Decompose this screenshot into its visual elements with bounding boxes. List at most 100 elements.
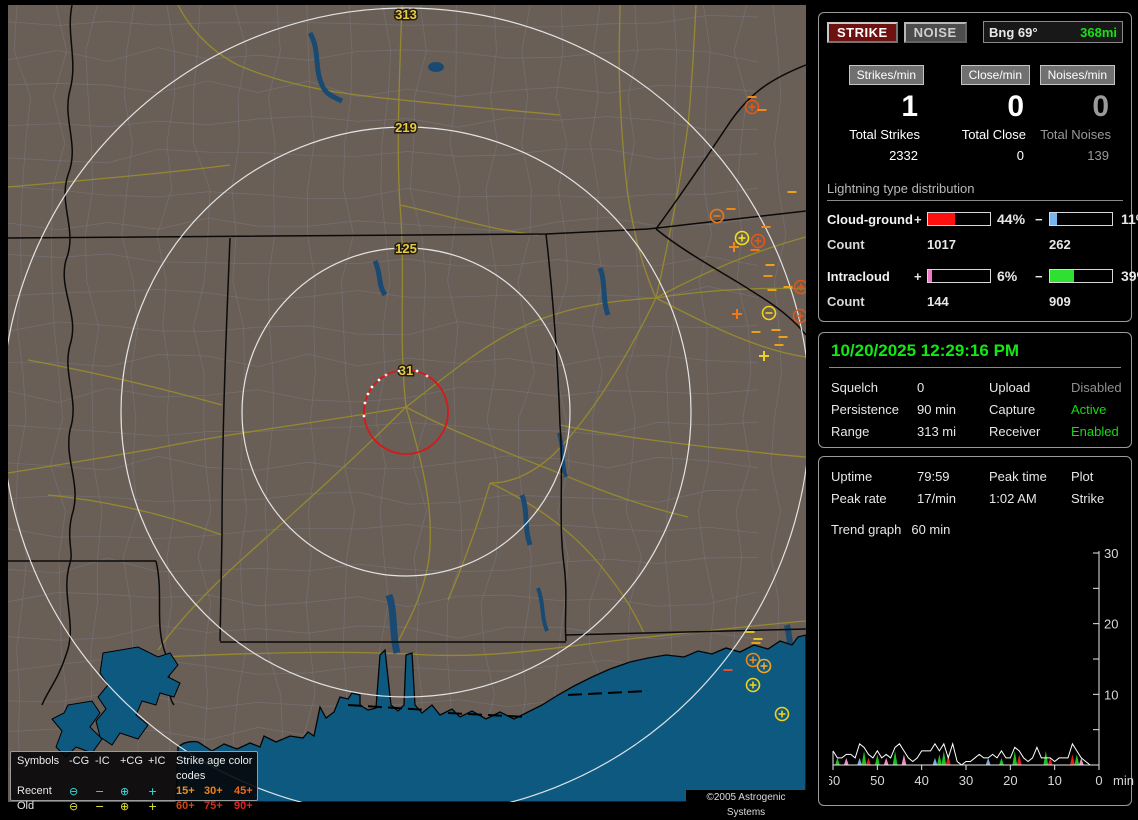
uptime-label: Uptime — [831, 469, 917, 484]
trend-x-tick: 50 — [870, 773, 884, 788]
peak-rate-label: Peak rate — [831, 491, 917, 506]
ic-negative-bar — [1049, 269, 1113, 283]
trend-line — [833, 744, 1099, 765]
legend-header: +CG — [120, 754, 148, 784]
cg-negative-recent-icon: ⊖ — [69, 784, 95, 799]
trend-spike — [937, 754, 942, 765]
uptime-value: 79:59 — [917, 469, 989, 484]
copyright: ©2005 Astrogenic Systems — [686, 790, 806, 805]
strike-symbol-dot — [367, 393, 370, 396]
status-panel: 10/20/2025 12:29:16 PM Squelch 0 Upload … — [818, 332, 1132, 448]
plot-label: Plot — [1071, 469, 1131, 484]
receiver-label: Receiver — [989, 424, 1071, 439]
trend-graph-label: Trend graph — [831, 522, 901, 537]
ic-positive-recent-icon: + — [148, 784, 176, 799]
trend-spike — [902, 754, 907, 765]
age-code: 15+ — [176, 784, 204, 799]
ic-positive-pct: 6% — [993, 268, 1035, 284]
ic-negative-recent-icon: − — [95, 784, 120, 799]
total-strikes-label: Total Strikes — [827, 127, 932, 142]
datetime: 10/20/2025 12:29:16 PM — [829, 341, 1121, 368]
persistence-value: 90 min — [917, 402, 989, 417]
range-label: Range — [831, 424, 917, 439]
strikes-column: Strikes/min 1 Total Strikes 2332 — [827, 65, 932, 163]
trend-x-tick: 20 — [1003, 773, 1017, 788]
persistence-label: Persistence — [831, 402, 917, 417]
upload-value: Disabled — [1071, 380, 1122, 395]
cg-positive-recent-icon: ⊕ — [120, 784, 148, 799]
trend-graph: 1020306050403020100min — [829, 543, 1138, 795]
map-canvas: 313 219 125 31 — [8, 5, 806, 802]
strike-symbol-dot — [426, 375, 429, 378]
strike-symbol-dot — [385, 374, 388, 377]
bearing-distance: 368mi — [1080, 25, 1117, 40]
bearing-label: Bng 69° — [989, 25, 1038, 40]
cg-positive-bar — [927, 212, 991, 226]
total-strikes-value: 2332 — [827, 148, 932, 163]
strikes-per-min-button[interactable]: Strikes/min — [849, 65, 924, 85]
trend-spike — [857, 758, 862, 765]
receiver-value: Enabled — [1071, 424, 1122, 439]
count-label: Count — [827, 237, 914, 252]
trend-spike — [1017, 754, 1022, 765]
trend-spike — [844, 758, 849, 765]
close-per-min-button[interactable]: Close/min — [961, 65, 1030, 85]
strike-symbol-dot — [363, 415, 366, 418]
range-value: 313 mi — [917, 424, 989, 439]
plus-sign: + — [914, 269, 927, 284]
strike-symbol-dot — [398, 370, 401, 373]
range-ring-label: 313 — [395, 7, 417, 22]
squelch-label: Squelch — [831, 380, 917, 395]
trend-spike — [941, 751, 946, 765]
noises-per-min-button[interactable]: Noises/min — [1040, 65, 1115, 85]
trend-x-tick: 10 — [1047, 773, 1061, 788]
runtime-panel: Uptime 79:59 Peak time Plot Peak rate 17… — [818, 456, 1132, 806]
noise-button[interactable]: NOISE — [904, 22, 967, 43]
legend-age-title: Strike age color codes — [176, 754, 263, 784]
trend-spike — [893, 751, 898, 765]
peak-time-value: 1:02 AM — [989, 491, 1071, 506]
peak-rate-value: 17/min — [917, 491, 989, 506]
total-close-value: 0 — [932, 148, 1038, 163]
trend-graph-value: 60 min — [911, 522, 950, 537]
trend-spike — [862, 751, 867, 765]
cg-negative-pct: 11% — [1117, 211, 1138, 227]
trend-spike — [933, 758, 938, 765]
trend-x-tick: 0 — [1095, 773, 1102, 788]
ic-negative-pct: 39% — [1117, 268, 1138, 284]
trend-spike — [875, 754, 880, 765]
lightning-distribution: Lightning type distribution Cloud-ground… — [827, 181, 1123, 309]
trend-x-tick: 30 — [959, 773, 973, 788]
lightning-map[interactable]: 313 219 125 31 Symbols -CG -IC +CG +IC S… — [8, 5, 806, 802]
capture-value: Active — [1071, 402, 1122, 417]
range-ring-label: 125 — [395, 241, 417, 256]
upload-label: Upload — [989, 380, 1071, 395]
total-noises-value: 139 — [1038, 148, 1123, 163]
cloud-ground-label: Cloud-ground — [827, 212, 914, 227]
legend-header: -IC — [95, 754, 120, 784]
trend-spike — [1012, 751, 1017, 765]
noises-per-min-value: 0 — [1038, 89, 1123, 125]
close-column: Close/min 0 Total Close 0 — [932, 65, 1038, 163]
trend-spike — [946, 754, 951, 765]
squelch-value: 0 — [917, 380, 989, 395]
minus-sign: − — [1035, 269, 1049, 284]
trend-y-tick: 30 — [1104, 546, 1118, 561]
ic-positive-bar — [927, 269, 991, 283]
ic-positive-count: 144 — [927, 294, 993, 309]
strike-symbol-dot — [364, 402, 367, 405]
ic-negative-count: 909 — [1049, 294, 1117, 309]
cg-positive-pct: 44% — [993, 211, 1035, 227]
trend-x-unit: min — [1113, 773, 1134, 788]
trend-spike — [999, 758, 1004, 765]
strike-symbol-dot — [371, 386, 374, 389]
trend-spike — [884, 758, 889, 765]
strike-button[interactable]: STRIKE — [827, 22, 898, 43]
legend-header: -CG — [69, 754, 95, 784]
stats-panel: STRIKE NOISE Bng 69° 368mi Strikes/min 1… — [818, 12, 1132, 322]
cg-negative-count: 262 — [1049, 237, 1117, 252]
peak-time-label: Peak time — [989, 469, 1071, 484]
map-legend: Symbols -CG -IC +CG +IC Strike age color… — [10, 751, 258, 801]
range-ring-label: 31 — [399, 363, 413, 378]
count-label: Count — [827, 294, 914, 309]
